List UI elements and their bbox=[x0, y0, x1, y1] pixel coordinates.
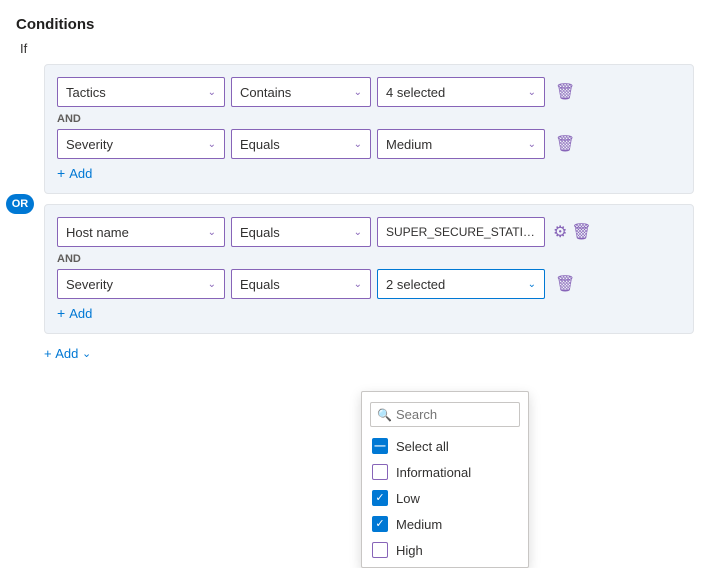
severity-dropdown: 🔍 — Select all Informational ✓ Low bbox=[361, 391, 529, 568]
dropdown-item-high[interactable]: High bbox=[362, 537, 528, 563]
chevron-down-icon: ⌄ bbox=[208, 139, 216, 150]
operator-select-contains[interactable]: Contains ⌄ bbox=[231, 77, 371, 107]
field-select-severity-2[interactable]: Severity ⌄ bbox=[57, 269, 225, 299]
plus-icon-2: + bbox=[57, 305, 65, 321]
chevron-down-icon: ⌄ bbox=[208, 227, 216, 238]
dropdown-label-informational: Informational bbox=[396, 465, 471, 480]
checkbox-select-all[interactable]: — bbox=[372, 438, 388, 454]
chevron-down-icon: ⌄ bbox=[354, 227, 362, 238]
dropdown-item-informational[interactable]: Informational bbox=[362, 459, 528, 485]
condition-row-1-1: Tactics ⌄ Contains ⌄ 4 selected ⌄ 🗑 bbox=[57, 77, 681, 107]
dropdown-item-low[interactable]: ✓ Low bbox=[362, 485, 528, 511]
dropdown-item-medium[interactable]: ✓ Medium bbox=[362, 511, 528, 537]
checkbox-high[interactable] bbox=[372, 542, 388, 558]
dropdown-label-select-all: Select all bbox=[396, 439, 449, 454]
checkbox-informational[interactable] bbox=[372, 464, 388, 480]
delete-icon-2[interactable]: 🗑 bbox=[555, 134, 575, 154]
chevron-down-icon: ⌄ bbox=[528, 87, 536, 98]
condition-block-2: Host name ⌄ Equals ⌄ SUPER_SECURE_STATIO… bbox=[44, 204, 694, 334]
and-label-2: AND bbox=[57, 253, 681, 265]
chevron-down-icon: ⌄ bbox=[354, 87, 362, 98]
condition-row-2-2: Severity ⌄ Equals ⌄ 2 selected ⌄ 🗑 bbox=[57, 269, 681, 299]
checkbox-medium[interactable]: ✓ bbox=[372, 516, 388, 532]
chevron-down-icon: ⌄ bbox=[208, 87, 216, 98]
condition-row-2-1: Host name ⌄ Equals ⌄ SUPER_SECURE_STATIO… bbox=[57, 217, 681, 247]
add-condition-button-1[interactable]: + Add bbox=[57, 165, 92, 181]
delete-icon[interactable]: 🗑 bbox=[555, 82, 575, 102]
chevron-down-icon: ⌄ bbox=[528, 139, 536, 150]
chevron-down-outer-icon: ⌄ bbox=[82, 347, 91, 360]
gear-icon[interactable]: ⚙ bbox=[553, 222, 567, 242]
operator-select-equals-2[interactable]: Equals ⌄ bbox=[231, 217, 371, 247]
field-select-tactics[interactable]: Tactics ⌄ bbox=[57, 77, 225, 107]
dropdown-label-high: High bbox=[396, 543, 423, 558]
page-title: Conditions bbox=[16, 16, 694, 33]
chevron-down-icon: ⌄ bbox=[354, 139, 362, 150]
dropdown-item-select-all[interactable]: — Select all bbox=[362, 433, 528, 459]
add-condition-button-2[interactable]: + Add bbox=[57, 305, 92, 321]
value-select-4selected[interactable]: 4 selected ⌄ bbox=[377, 77, 545, 107]
search-input[interactable] bbox=[396, 407, 513, 422]
search-icon: 🔍 bbox=[377, 408, 392, 422]
value-select-medium[interactable]: Medium ⌄ bbox=[377, 129, 545, 159]
and-label-1: AND bbox=[57, 113, 681, 125]
if-label: If bbox=[20, 41, 694, 56]
plus-icon-outer: + bbox=[44, 346, 52, 361]
dropdown-search-box[interactable]: 🔍 bbox=[370, 402, 520, 427]
delete-icon-4[interactable]: 🗑 bbox=[555, 274, 575, 294]
dropdown-label-low: Low bbox=[396, 491, 420, 506]
chevron-down-icon: ⌄ bbox=[528, 279, 536, 290]
operator-select-equals-3[interactable]: Equals ⌄ bbox=[231, 269, 371, 299]
dropdown-label-medium: Medium bbox=[396, 517, 442, 532]
condition-row-1-2: Severity ⌄ Equals ⌄ Medium ⌄ 🗑 bbox=[57, 129, 681, 159]
operator-select-equals-1[interactable]: Equals ⌄ bbox=[231, 129, 371, 159]
plus-icon: + bbox=[57, 165, 65, 181]
field-select-severity-1[interactable]: Severity ⌄ bbox=[57, 129, 225, 159]
chevron-down-icon: ⌄ bbox=[208, 279, 216, 290]
value-select-2selected[interactable]: 2 selected ⌄ bbox=[377, 269, 545, 299]
delete-icon-3[interactable]: 🗑 bbox=[571, 222, 591, 242]
chevron-down-icon: ⌄ bbox=[354, 279, 362, 290]
outer-add-button[interactable]: + Add ⌄ bbox=[44, 346, 91, 361]
value-select-station[interactable]: SUPER_SECURE_STATION bbox=[377, 217, 545, 247]
checkbox-low[interactable]: ✓ bbox=[372, 490, 388, 506]
field-select-hostname[interactable]: Host name ⌄ bbox=[57, 217, 225, 247]
or-badge: OR bbox=[6, 194, 34, 214]
condition-block-1: Tactics ⌄ Contains ⌄ 4 selected ⌄ 🗑 AND … bbox=[44, 64, 694, 194]
